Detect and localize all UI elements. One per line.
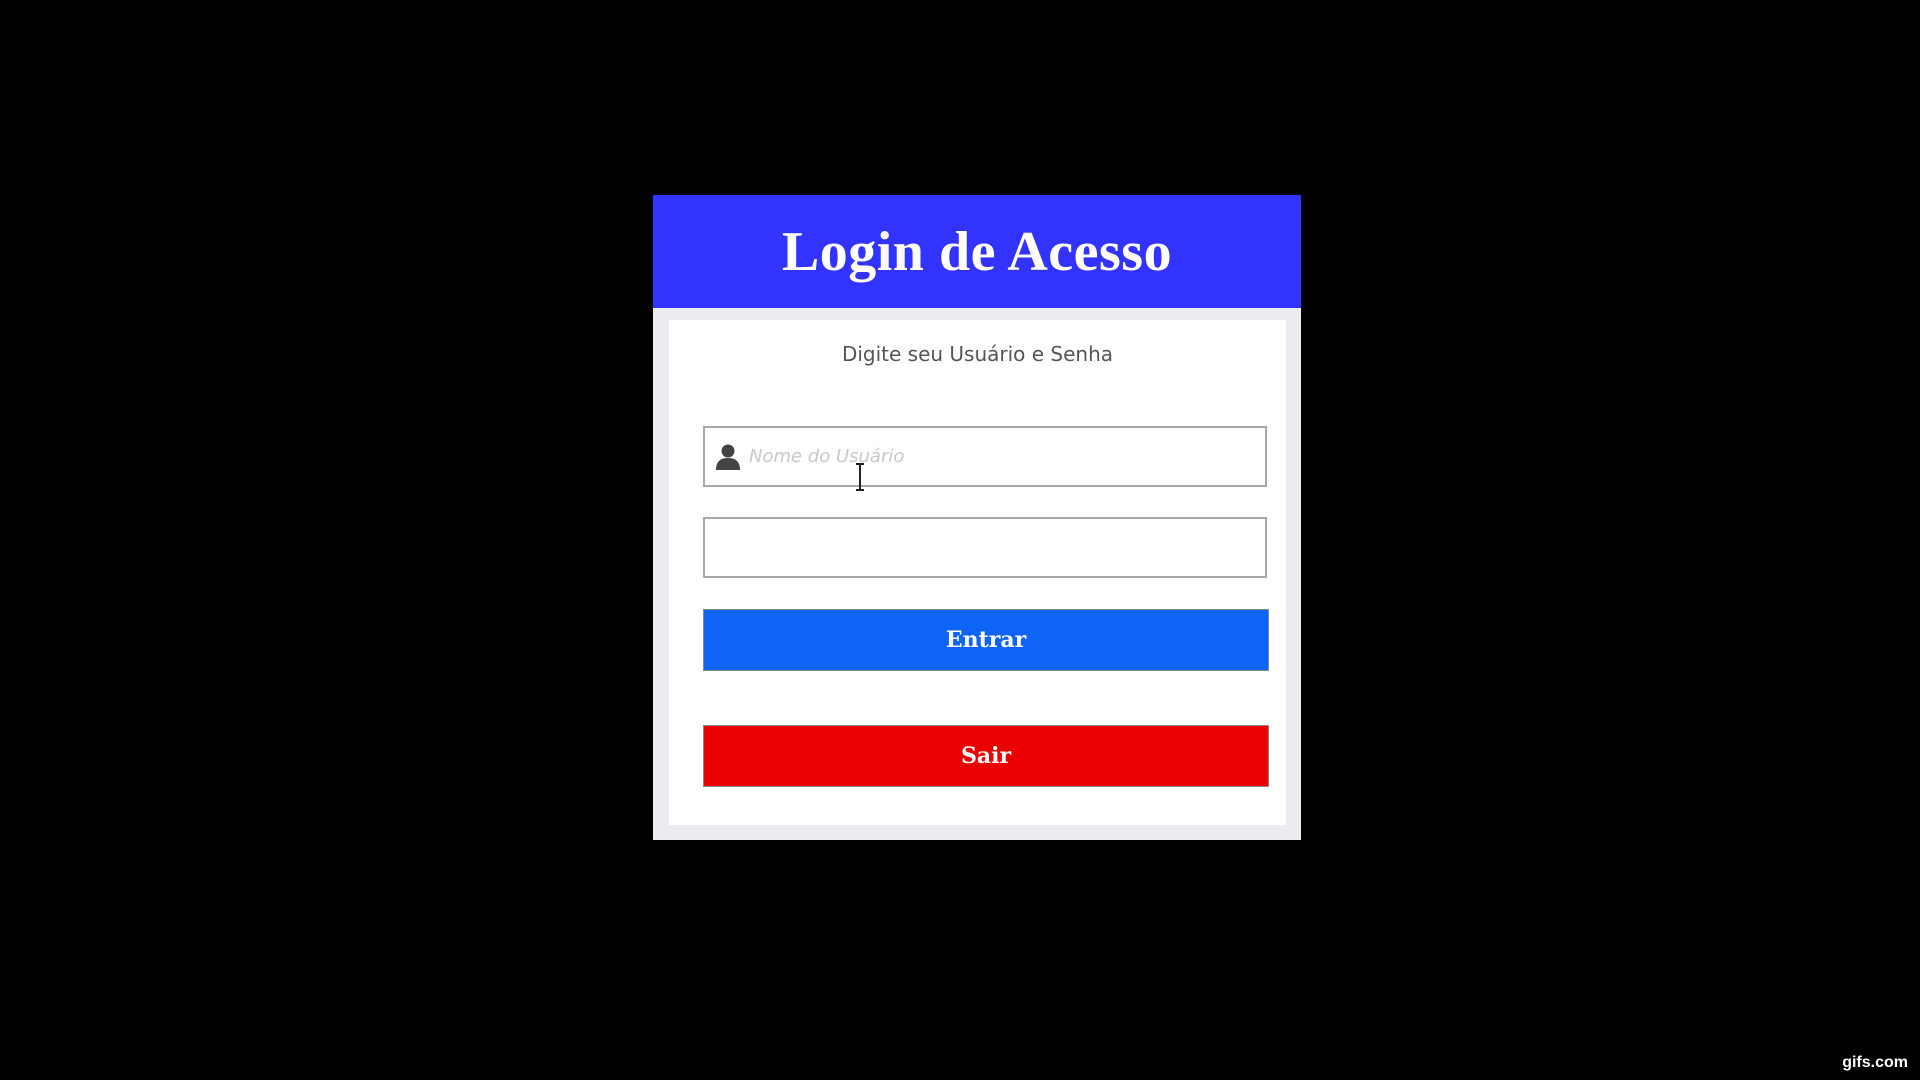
login-card: Login de Acesso Digite seu Usuário e Sen…	[653, 195, 1301, 840]
login-panel: Digite seu Usuário e Senha Entrar Sair	[669, 320, 1286, 825]
exit-button[interactable]: Sair	[703, 725, 1269, 787]
login-title: Login de Acesso	[781, 220, 1173, 283]
login-subtitle: Digite seu Usuário e Senha	[841, 342, 1114, 366]
user-icon	[716, 444, 740, 470]
watermark: gifs.com	[1842, 1054, 1908, 1071]
username-field[interactable]	[703, 426, 1267, 487]
username-input[interactable]	[749, 428, 1265, 485]
screen: Login de Acesso Digite seu Usuário e Sen…	[0, 0, 1920, 1080]
password-field[interactable]	[703, 517, 1267, 578]
login-header: Login de Acesso	[653, 195, 1301, 308]
password-input[interactable]	[705, 519, 1265, 576]
enter-button[interactable]: Entrar	[703, 609, 1269, 671]
text-cursor-icon	[856, 463, 864, 491]
